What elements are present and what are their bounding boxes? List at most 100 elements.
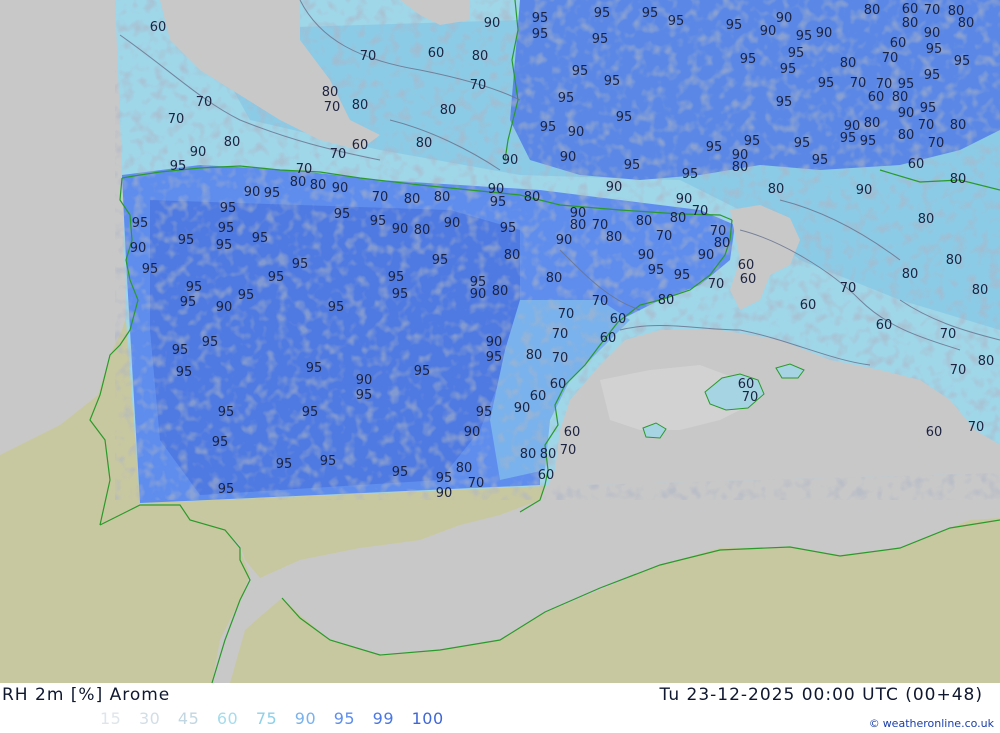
contour-label: 70 <box>918 118 935 133</box>
legend-item: 75 <box>255 709 278 728</box>
contour-label: 80 <box>524 190 541 205</box>
contour-label: 95 <box>392 287 409 302</box>
contour-label: 95 <box>216 238 233 253</box>
contour-label: 95 <box>334 207 351 222</box>
contour-label: 90 <box>436 486 453 501</box>
contour-label: 95 <box>252 231 269 246</box>
contour-label: 80 <box>414 223 431 238</box>
contour-label: 70 <box>708 277 725 292</box>
credit-link[interactable]: © weatheronline.co.uk <box>869 717 994 730</box>
contour-label: 90 <box>464 425 481 440</box>
contour-label: 60 <box>352 138 369 153</box>
contour-label: 80 <box>950 172 967 187</box>
contour-label: 80 <box>570 218 587 233</box>
contour-label: 95 <box>186 280 203 295</box>
contour-label: 60 <box>600 331 617 346</box>
contour-label: 95 <box>594 6 611 21</box>
contour-label: 60 <box>926 425 943 440</box>
contour-label: 90 <box>470 287 487 302</box>
contour-label: 95 <box>212 435 229 450</box>
contour-label: 95 <box>388 270 405 285</box>
contour-label: 95 <box>268 270 285 285</box>
contour-label: 70 <box>558 307 575 322</box>
copyright-icon: © <box>868 717 880 730</box>
contour-label: 95 <box>682 167 699 182</box>
contour-label: 95 <box>414 364 431 379</box>
contour-label: 95 <box>740 52 757 67</box>
contour-label: 80 <box>958 16 975 31</box>
contour-label: 70 <box>850 76 867 91</box>
contour-label: 80 <box>404 192 421 207</box>
contour-label: 95 <box>812 153 829 168</box>
contour-label: 70 <box>470 78 487 93</box>
contour-label: 80 <box>972 283 989 298</box>
contour-label: 80 <box>504 248 521 263</box>
contour-label: 60 <box>800 298 817 313</box>
contour-label: 70 <box>656 229 673 244</box>
contour-label: 80 <box>540 447 557 462</box>
contour-label: 70 <box>968 420 985 435</box>
contour-label: 70 <box>330 147 347 162</box>
contour-label: 80 <box>606 230 623 245</box>
contour-label: 60 <box>150 20 167 35</box>
contour-label: 90 <box>484 16 501 31</box>
contour-label: 95 <box>218 405 235 420</box>
contour-label: 95 <box>532 27 549 42</box>
contour-label: 80 <box>892 90 909 105</box>
contour-label: 95 <box>180 295 197 310</box>
legend-item: 60 <box>216 709 239 728</box>
contour-label: 80 <box>546 271 563 286</box>
contour-label: 90 <box>356 373 373 388</box>
contour-label: 70 <box>840 281 857 296</box>
contour-label: 70 <box>940 327 957 342</box>
contour-label: 80 <box>768 182 785 197</box>
contour-label: 95 <box>264 186 281 201</box>
contour-label: 70 <box>928 136 945 151</box>
contour-label: 80 <box>902 267 919 282</box>
contour-label: 95 <box>788 46 805 61</box>
contour-label: 95 <box>794 136 811 151</box>
contour-label: 95 <box>642 6 659 21</box>
contour-label: 95 <box>170 159 187 174</box>
contour-label: 95 <box>924 68 941 83</box>
contour-label: 70 <box>196 95 213 110</box>
contour-label: 60 <box>564 425 581 440</box>
contour-label: 95 <box>648 263 665 278</box>
contour-label: 95 <box>572 64 589 79</box>
legend-item: 45 <box>177 709 200 728</box>
contour-label: 95 <box>302 405 319 420</box>
contour-label: 90 <box>130 241 147 256</box>
contour-label: 60 <box>610 312 627 327</box>
contour-label: 60 <box>876 318 893 333</box>
contour-label: 95 <box>218 482 235 497</box>
contour-label: 90 <box>190 145 207 160</box>
contour-label: 95 <box>392 465 409 480</box>
valid-time: Tu 23-12-2025 00:00 UTC (00+48) <box>659 685 983 705</box>
contour-label: 95 <box>370 214 387 229</box>
contour-label: 90 <box>760 24 777 39</box>
contour-label: 60 <box>908 157 925 172</box>
contour-label: 60 <box>868 90 885 105</box>
contour-label: 60 <box>740 272 757 287</box>
contour-label: 60 <box>530 389 547 404</box>
contour-label: 60 <box>538 468 555 483</box>
contour-label: 95 <box>490 195 507 210</box>
contour-label: 70 <box>552 351 569 366</box>
contour-label: 70 <box>168 112 185 127</box>
contour-label: 70 <box>950 363 967 378</box>
contour-label: 95 <box>132 216 149 231</box>
color-legend: 15 30 45 60 75 90 95 99 100 <box>100 709 456 728</box>
contour-label: 90 <box>698 248 715 263</box>
contour-label: 95 <box>776 95 793 110</box>
contour-label: 60 <box>890 36 907 51</box>
contour-label: 80 <box>670 211 687 226</box>
contour-label: 95 <box>276 457 293 472</box>
contour-label: 90 <box>560 150 577 165</box>
contour-label: 95 <box>860 134 877 149</box>
contour-label: 70 <box>692 204 709 219</box>
rh-map: 60 90 95 95 95 95 95 95 90 90 95 90 80 60 70 80 80 90 80 70… <box>0 0 1000 684</box>
legend-item: 99 <box>372 709 395 728</box>
contour-label: 95 <box>356 388 373 403</box>
contour-label: 90 <box>392 222 409 237</box>
contour-label: 95 <box>320 454 337 469</box>
